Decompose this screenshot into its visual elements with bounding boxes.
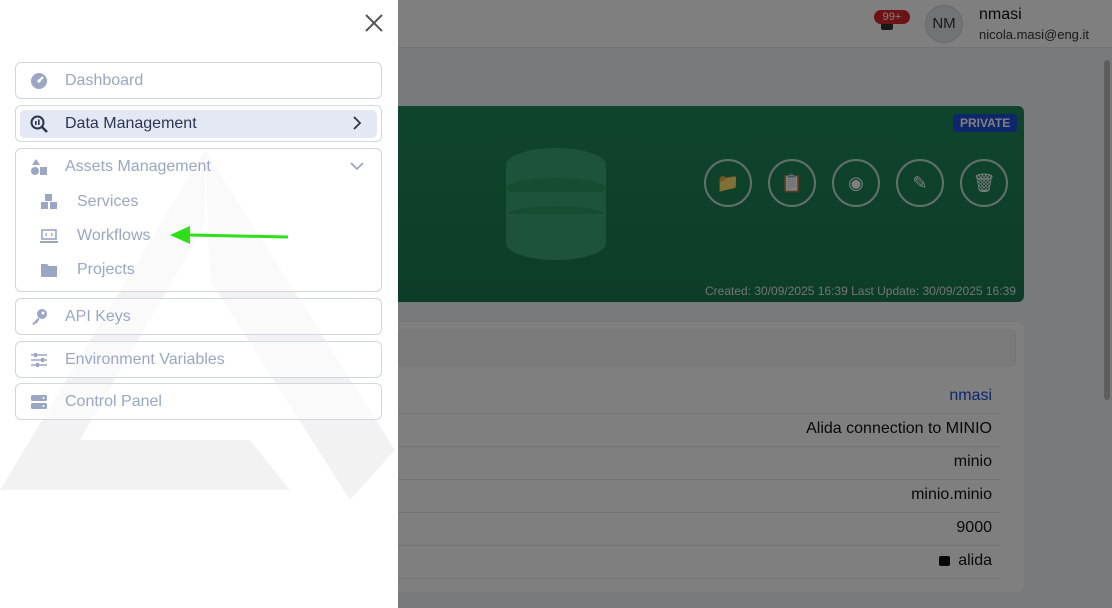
sidebar-subitem-label: Services bbox=[77, 193, 139, 210]
gauge-icon bbox=[31, 73, 47, 89]
sidebar-subitem-label: Workflows bbox=[77, 227, 151, 244]
sidebar-item-dashboard[interactable]: Dashboard bbox=[20, 67, 377, 95]
menu-group-dashboard: Dashboard bbox=[15, 62, 382, 99]
menu-group-api-keys: API Keys bbox=[15, 298, 382, 335]
cubes-icon bbox=[41, 194, 57, 209]
sidebar-item-api-keys[interactable]: API Keys bbox=[20, 303, 377, 331]
sliders-icon bbox=[31, 353, 47, 367]
close-icon bbox=[365, 14, 383, 32]
sidebar-item-assets-management[interactable]: Assets Management bbox=[20, 153, 377, 181]
laptop-code-icon bbox=[40, 229, 58, 243]
sidebar-subitem-label: Projects bbox=[77, 261, 135, 278]
menu-group-assets-management: Assets Management Services Workflows Pro… bbox=[15, 148, 382, 292]
sidebar-item-label: Assets Management bbox=[65, 158, 211, 175]
sidebar-item-label: Data Management bbox=[65, 115, 197, 132]
menu-group-environment-variables: Environment Variables bbox=[15, 341, 382, 378]
menu-group-data-management: Data Management bbox=[15, 105, 382, 142]
annotation-arrow-icon bbox=[170, 226, 289, 244]
chevron-right-icon bbox=[353, 116, 362, 130]
folder-icon bbox=[41, 264, 57, 277]
sidebar-item-data-management[interactable]: Data Management bbox=[20, 110, 377, 138]
sidebar-subitem-services[interactable]: Services bbox=[40, 189, 340, 215]
sidebar-item-label: API Keys bbox=[65, 308, 131, 325]
shapes-icon bbox=[31, 159, 47, 175]
sidebar-item-label: Environment Variables bbox=[65, 351, 225, 368]
magnifier-chart-icon bbox=[30, 115, 48, 133]
menu-group-control-panel: Control Panel bbox=[15, 383, 382, 420]
navigation-drawer: Dashboard Data Management Assets Managem… bbox=[0, 0, 398, 608]
sidebar-item-label: Dashboard bbox=[65, 72, 144, 89]
close-button[interactable] bbox=[362, 11, 386, 35]
sidebar-item-control-panel[interactable]: Control Panel bbox=[20, 388, 377, 416]
chevron-down-icon bbox=[350, 162, 364, 171]
sidebar-item-label: Control Panel bbox=[65, 393, 162, 410]
server-icon bbox=[31, 395, 47, 409]
sidebar-subitem-projects[interactable]: Projects bbox=[40, 257, 340, 283]
key-icon bbox=[32, 309, 47, 325]
sidebar-item-environment-variables[interactable]: Environment Variables bbox=[20, 346, 377, 374]
